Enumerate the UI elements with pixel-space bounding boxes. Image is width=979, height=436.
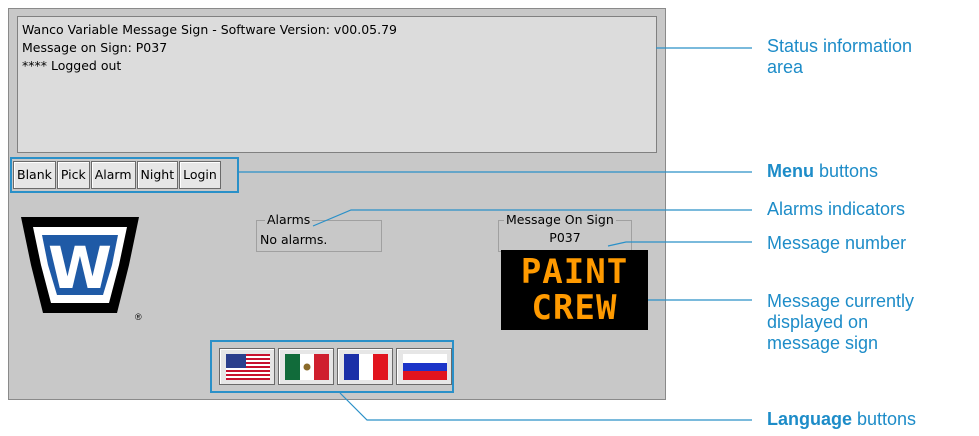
message-display-annotation: Message currently displayed on message s…	[767, 291, 914, 354]
language-annotation: Language buttons	[767, 409, 916, 430]
status-area-annotation-line2: area	[767, 57, 804, 77]
menu-annotation-bold: Menu	[767, 161, 814, 181]
alarms-annotation: Alarms indicators	[767, 199, 906, 219]
message-display-annotation-line3: message sign	[767, 333, 879, 353]
message-number-annotation: Message number	[767, 233, 907, 253]
status-area-annotation: Status information area	[767, 36, 912, 78]
language-annotation-rest: buttons	[852, 409, 917, 429]
language-annotation-bold: Language	[767, 409, 853, 429]
menu-annotation: Menu buttons	[767, 161, 878, 182]
message-display-annotation-line1: Message currently	[767, 291, 915, 311]
message-display-annotation-line2: displayed on	[767, 312, 869, 332]
menu-annotation-rest: buttons	[814, 161, 879, 181]
status-area-annotation-line1: Status information	[767, 36, 913, 56]
